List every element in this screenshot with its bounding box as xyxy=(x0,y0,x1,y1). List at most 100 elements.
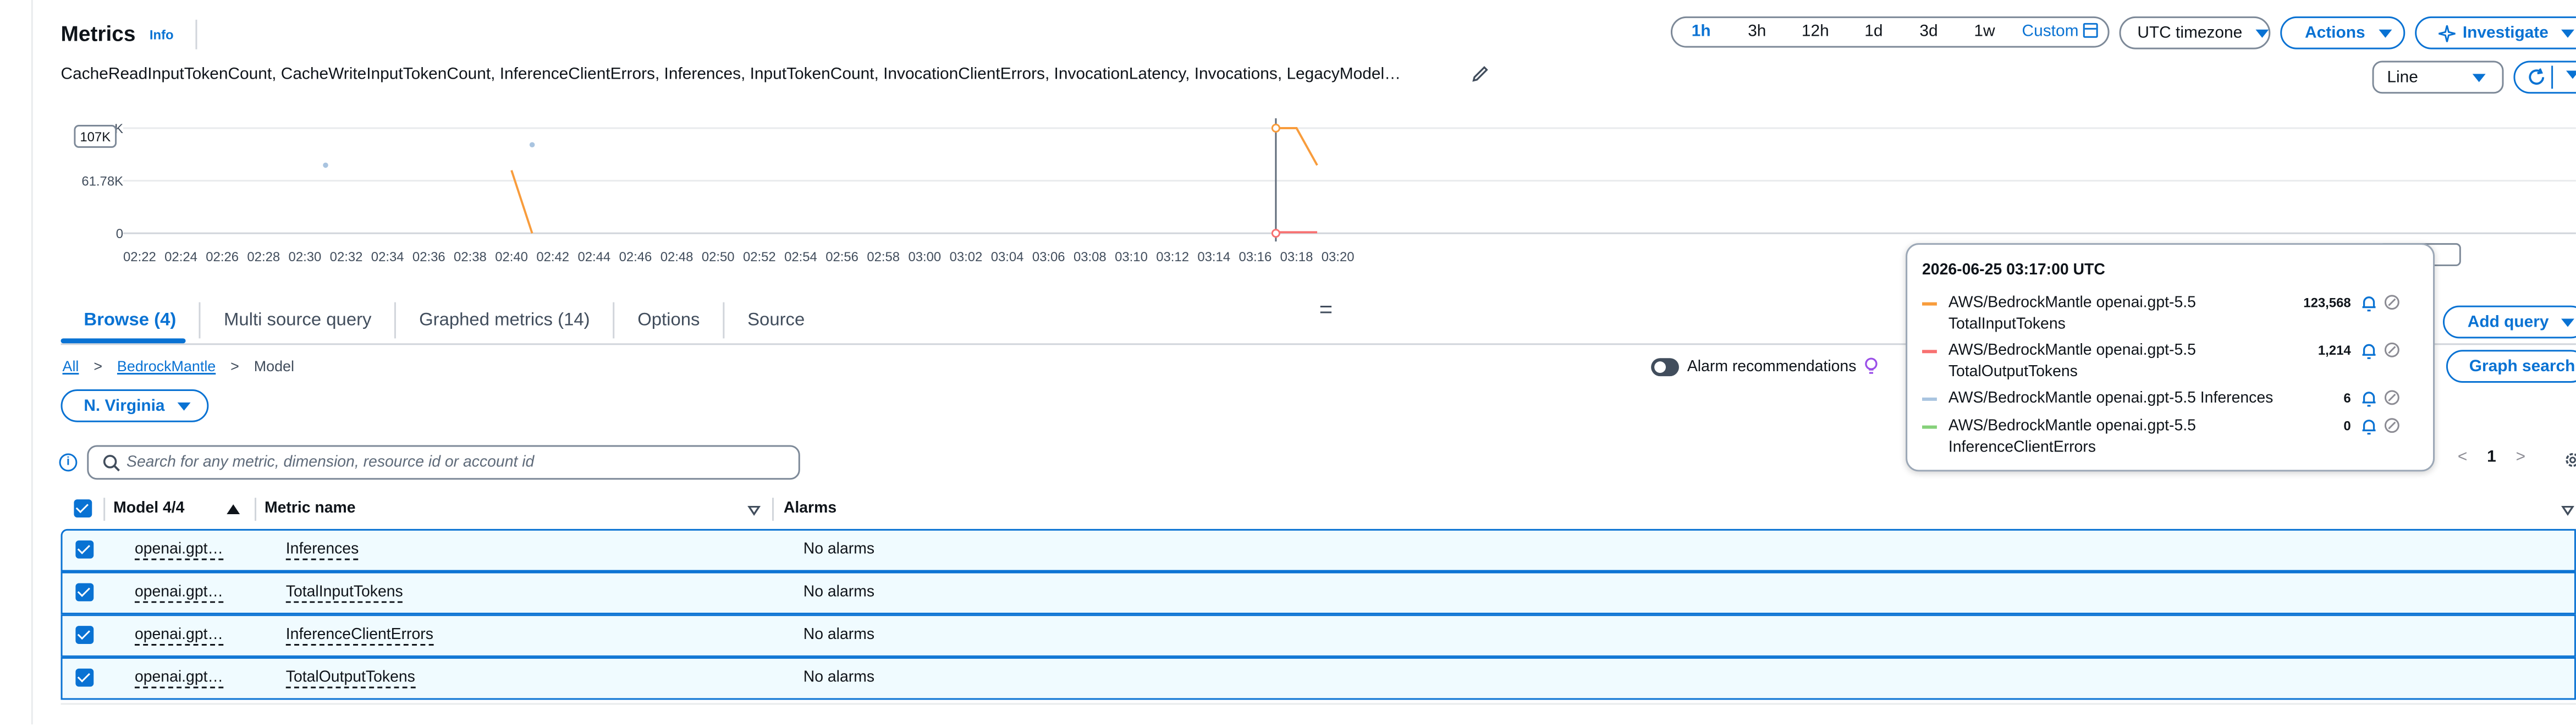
model-cell[interactable]: openai.gpt… xyxy=(134,583,223,603)
x-tick-label: 03:14 xyxy=(1197,250,1230,265)
series-name-line2: TotalInputTokens xyxy=(1948,315,2066,334)
lightbulb-icon xyxy=(1865,357,1878,374)
table-row[interactable]: openai.gpt… Inferences No alarms xyxy=(60,528,2576,572)
x-tick-label: 03:08 xyxy=(1074,250,1107,265)
model-cell[interactable]: openai.gpt… xyxy=(134,541,223,560)
region-select[interactable]: N. Virginia xyxy=(60,389,209,422)
tooltip-item: AWS/BedrockMantle openai.gpt-5.5 Inferenc… xyxy=(1922,416,2423,462)
metric-name-cell[interactable]: InferenceClientErrors xyxy=(285,626,433,646)
sort-icon[interactable] xyxy=(747,506,761,516)
metric-name-cell[interactable]: Inferences xyxy=(285,541,359,560)
y-tick-label: 61.78K xyxy=(81,174,123,189)
series-swatch xyxy=(1922,397,1937,401)
bell-icon[interactable] xyxy=(2361,389,2377,407)
next-page-button[interactable]: > xyxy=(2516,449,2525,467)
tab-graphed-metrics[interactable]: Graphed metrics (14) xyxy=(396,302,615,339)
chevron-down-icon xyxy=(178,401,191,410)
hide-series-icon[interactable] xyxy=(2384,389,2400,406)
tab-options[interactable]: Options xyxy=(614,302,725,339)
tab-source[interactable]: Source xyxy=(724,302,828,339)
hide-series-icon[interactable] xyxy=(2384,294,2400,311)
column-header-model[interactable]: Model 4/4 xyxy=(113,499,184,517)
bell-icon[interactable] xyxy=(2361,294,2377,312)
x-tick-label: 02:22 xyxy=(123,250,156,265)
series-value: 1,214 xyxy=(2318,343,2351,359)
hover-point xyxy=(1271,229,1280,238)
prev-page-button[interactable]: < xyxy=(2458,449,2467,467)
sort-icon[interactable] xyxy=(2561,506,2574,516)
bell-icon[interactable] xyxy=(2361,342,2377,360)
bell-icon[interactable] xyxy=(2361,417,2377,436)
search-input[interactable] xyxy=(126,450,784,475)
x-tick-label: 02:28 xyxy=(247,250,280,265)
series-line xyxy=(510,170,533,234)
x-tick-label: 02:56 xyxy=(825,250,858,265)
hide-series-icon[interactable] xyxy=(2384,342,2400,358)
alarms-cell: No alarms xyxy=(803,668,875,687)
tooltip-item: AWS/BedrockMantle openai.gpt-5.5 Inferen… xyxy=(1922,388,2423,412)
x-tick-label: 03:16 xyxy=(1239,250,1272,265)
column-header-alarms[interactable]: Alarms xyxy=(784,499,836,517)
gear-icon[interactable] xyxy=(2563,450,2576,470)
x-tick-label: 02:50 xyxy=(702,250,735,265)
alarms-cell: No alarms xyxy=(803,540,875,559)
sort-ascending-icon[interactable] xyxy=(227,504,240,514)
region-label: N. Virginia xyxy=(84,396,165,415)
resize-handle[interactable]: = xyxy=(1319,296,1333,322)
x-tick-label: 02:52 xyxy=(743,250,776,265)
column-separator xyxy=(255,498,257,521)
metric-name-cell[interactable]: TotalInputTokens xyxy=(285,583,403,603)
metrics-page: Metrics Info CacheReadInputTokenCount, C… xyxy=(0,0,2576,725)
tab-multi-source-query[interactable]: Multi source query xyxy=(201,302,397,339)
hide-series-icon[interactable] xyxy=(2384,417,2400,434)
chevron-down-icon xyxy=(2562,318,2575,326)
x-tick-label: 02:54 xyxy=(784,250,817,265)
series-value: 6 xyxy=(2343,390,2351,406)
y-tick-label: 0 xyxy=(116,227,123,241)
x-tick-label: 02:34 xyxy=(371,250,404,265)
tooltip-series-label: AWS/BedrockMantle openai.gpt-5.5 Inferen… xyxy=(1948,388,2318,409)
active-tab-indicator xyxy=(60,338,186,344)
table-row[interactable]: openai.gpt… TotalOutputTokens No alarms xyxy=(60,657,2576,700)
series-name-line2: TotalOutputTokens xyxy=(1948,363,2078,382)
series-line xyxy=(1275,127,1318,166)
row-checkbox[interactable] xyxy=(75,583,94,602)
alarm-recommendations-toggle[interactable] xyxy=(1651,358,1679,377)
model-cell[interactable]: openai.gpt… xyxy=(134,626,223,646)
select-all-checkbox[interactable] xyxy=(74,499,92,517)
x-tick-label: 02:40 xyxy=(495,250,528,265)
breadcrumb-separator: > xyxy=(230,358,239,375)
breadcrumb-namespace[interactable]: BedrockMantle xyxy=(117,358,216,374)
tooltip-series-label: AWS/BedrockMantle openai.gpt-5.5 Inferenc… xyxy=(1948,416,2302,459)
series-point xyxy=(529,142,535,148)
x-tick-label: 03:04 xyxy=(991,250,1024,265)
row-checkbox[interactable] xyxy=(75,540,94,559)
table-row[interactable]: openai.gpt… InferenceClientErrors No ala… xyxy=(60,614,2576,657)
metric-search-field[interactable] xyxy=(87,445,800,480)
add-query-button[interactable]: Add query xyxy=(2442,305,2576,339)
hover-point xyxy=(1271,123,1280,133)
metrics-chart[interactable]: K61.78K002:22 02:24 02:26 02:28 02:30 02:32 02… xyxy=(0,0,2576,279)
model-cell[interactable]: openai.gpt… xyxy=(134,669,223,689)
row-checkbox[interactable] xyxy=(75,626,94,644)
row-checkbox[interactable] xyxy=(75,668,94,687)
x-tick-label: 03:18 xyxy=(1280,250,1313,265)
x-tick-label: 02:30 xyxy=(289,250,322,265)
table-row[interactable]: openai.gpt… TotalInputTokens No alarms xyxy=(60,571,2576,615)
graph-search-button[interactable]: Graph search xyxy=(2446,350,2576,383)
search-icon xyxy=(103,455,120,472)
info-icon[interactable]: i xyxy=(59,453,78,472)
crosshair-y-label: 107K xyxy=(74,125,117,148)
series-name-line1: AWS/BedrockMantle openai.gpt-5.5 xyxy=(1948,342,2196,360)
page-number[interactable]: 1 xyxy=(2487,449,2496,467)
series-value: 123,568 xyxy=(2303,295,2351,311)
x-tick-label: 02:58 xyxy=(867,250,900,265)
tab-browse[interactable]: Browse (4) xyxy=(61,302,201,339)
metric-name-cell[interactable]: TotalOutputTokens xyxy=(285,669,415,689)
column-header-metric-name[interactable]: Metric name xyxy=(265,499,356,517)
breadcrumb: All > BedrockMantle > Model xyxy=(63,358,294,374)
x-tick-label: 03:06 xyxy=(1032,250,1065,265)
breadcrumb-all[interactable]: All xyxy=(63,358,79,374)
x-tick-label: 02:36 xyxy=(412,250,445,265)
tooltip-series-label: AWS/BedrockMantle openai.gpt-5.5 TotalOut… xyxy=(1948,340,2302,383)
